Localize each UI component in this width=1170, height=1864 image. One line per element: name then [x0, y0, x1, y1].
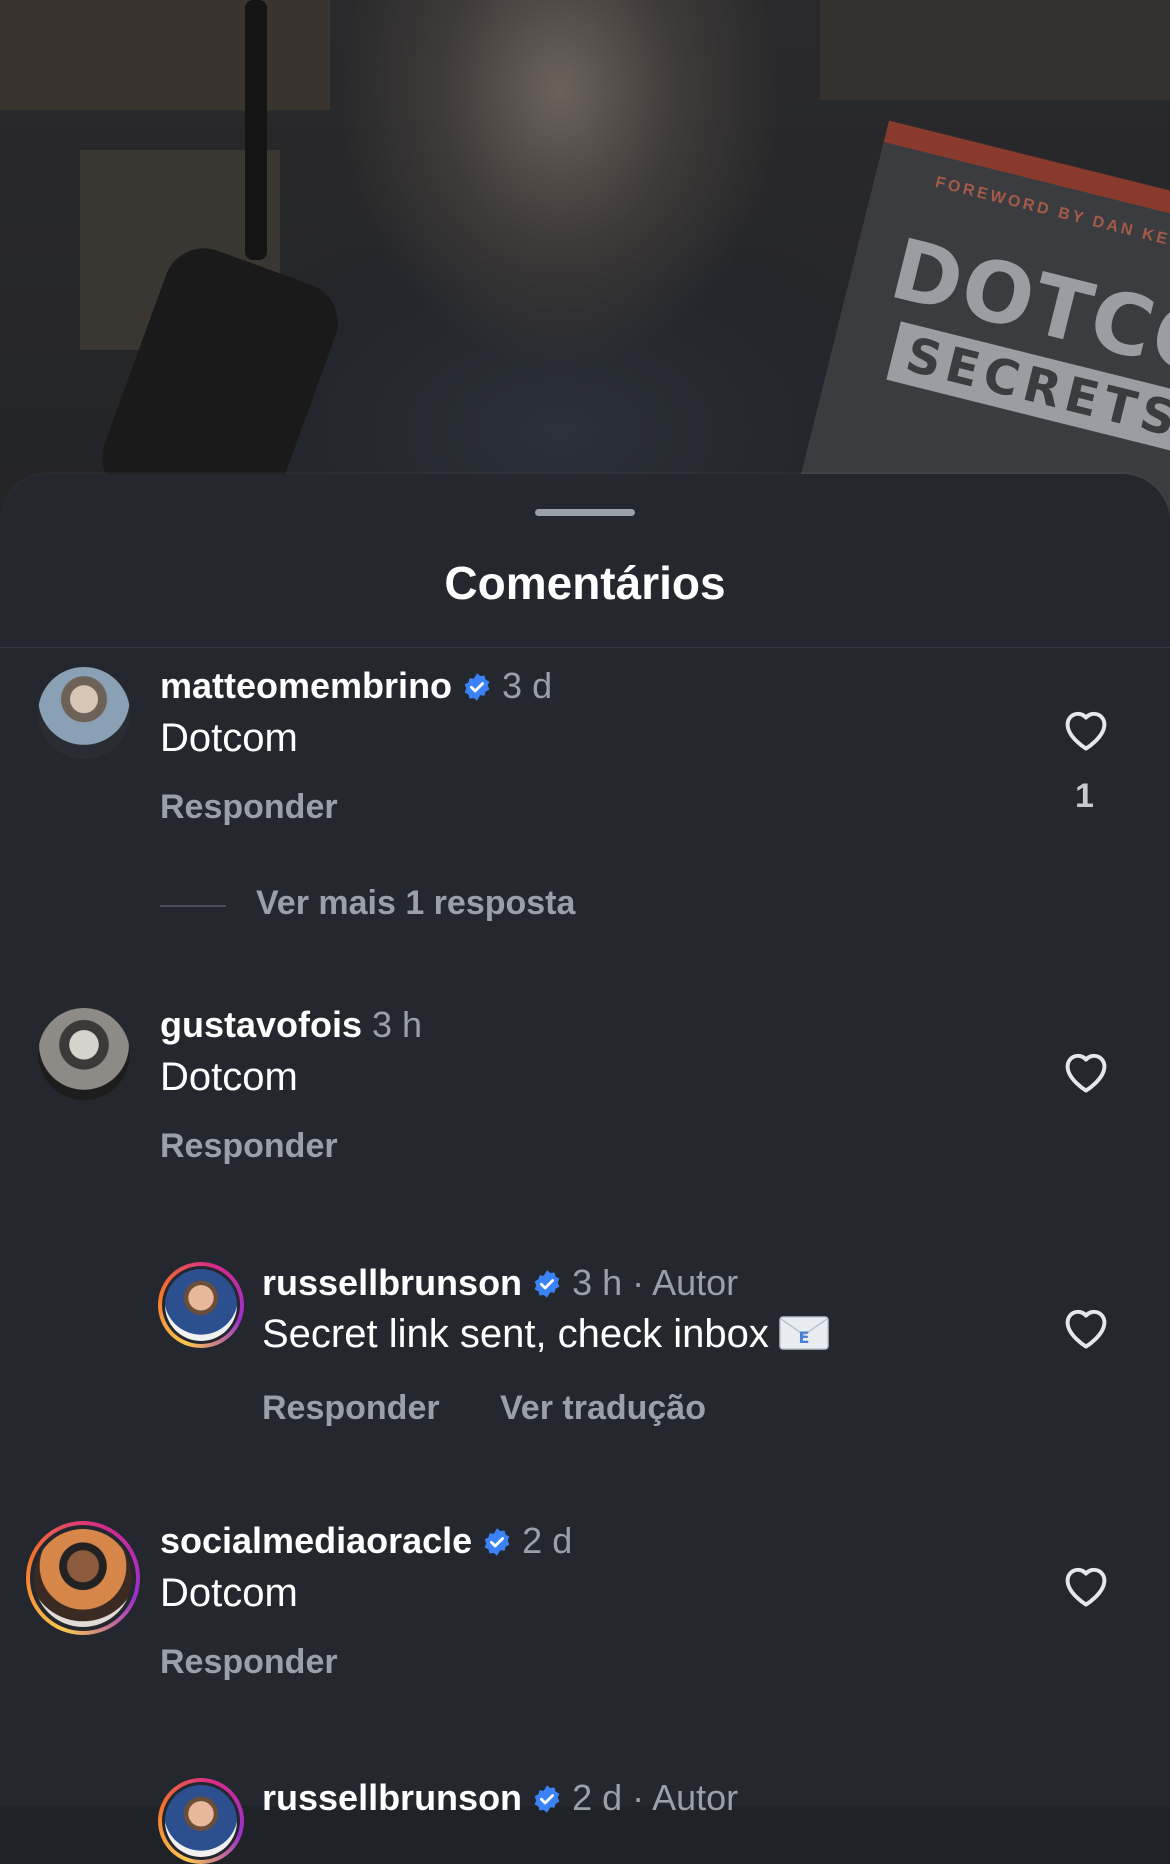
comment-meta: matteomembrino 3 d [160, 664, 552, 708]
reply-button[interactable]: Responder [160, 1127, 338, 1166]
svg-text:E: E [798, 1328, 809, 1347]
bookshelf [0, 0, 330, 110]
reply-button[interactable]: Responder [262, 1389, 440, 1428]
heart-icon[interactable] [1060, 1302, 1112, 1350]
story-ring [26, 1521, 140, 1635]
avatar[interactable] [165, 1785, 237, 1857]
comments-sheet: Comentários matteomembrino 3 d Dotcom Res… [0, 474, 1170, 1864]
book: FOREWORD BY DAN KENNEDY DOTCOM SECRETS [782, 120, 1170, 520]
username[interactable]: socialmediaoracle [160, 1520, 472, 1561]
like-count: 1 [1075, 777, 1094, 815]
heart-icon[interactable] [1060, 1560, 1112, 1608]
comment-meta: gustavofois 3 h [160, 1003, 422, 1047]
reply-button[interactable]: Responder [160, 788, 338, 827]
story-ring [158, 1262, 244, 1348]
reply-button[interactable]: Responder [160, 1643, 338, 1682]
verified-badge-icon [534, 1270, 560, 1298]
avatar[interactable] [34, 1529, 132, 1627]
verified-badge-icon [534, 1785, 560, 1813]
comment-text: Dotcom [160, 1571, 298, 1615]
microphone-stand [245, 0, 267, 260]
heart-icon[interactable] [1060, 1046, 1112, 1094]
timestamp: 3 h · Autor [572, 1262, 739, 1303]
timestamp: 2 d [522, 1520, 573, 1561]
see-translation-button[interactable]: Ver tradução [500, 1389, 706, 1428]
avatar[interactable] [165, 1269, 237, 1341]
bookshelf [820, 0, 1170, 100]
heart-icon[interactable] [1060, 704, 1112, 752]
video-background: FOREWORD BY DAN KENNEDY DOTCOM SECRETS [0, 0, 1170, 520]
username[interactable]: matteomembrino [160, 665, 452, 706]
sheet-title: Comentários [444, 557, 726, 609]
sheet-grabber[interactable] [535, 509, 635, 516]
username[interactable]: russellbrunson [262, 1262, 522, 1303]
comment-text: Dotcom [160, 716, 298, 760]
story-ring [158, 1778, 244, 1864]
comment-text-content: Secret link sent, check inbox [262, 1312, 769, 1356]
thread-line [160, 905, 226, 907]
view-more-replies-button[interactable]: Ver mais 1 resposta [256, 884, 575, 923]
envelope-emoji-icon: E [779, 1316, 829, 1350]
timestamp: 2 d · Autor [572, 1777, 739, 1818]
verified-badge-icon [464, 673, 490, 701]
avatar[interactable] [38, 1008, 130, 1100]
comment-meta: russellbrunson 2 d · Autor [262, 1776, 738, 1820]
timestamp: 3 d [502, 665, 553, 706]
username[interactable]: russellbrunson [262, 1777, 522, 1818]
comment-meta: russellbrunson 3 h · Autor [262, 1261, 738, 1305]
divider [0, 647, 1170, 648]
username[interactable]: gustavofois [160, 1004, 362, 1045]
avatar[interactable] [38, 667, 130, 759]
timestamp: 3 h [372, 1004, 423, 1045]
verified-badge-icon [484, 1528, 510, 1556]
comment-text: Dotcom [160, 1055, 298, 1099]
comment-meta: socialmediaoracle 2 d [160, 1519, 572, 1563]
comment-text: Secret link sent, check inbox E [262, 1312, 829, 1357]
